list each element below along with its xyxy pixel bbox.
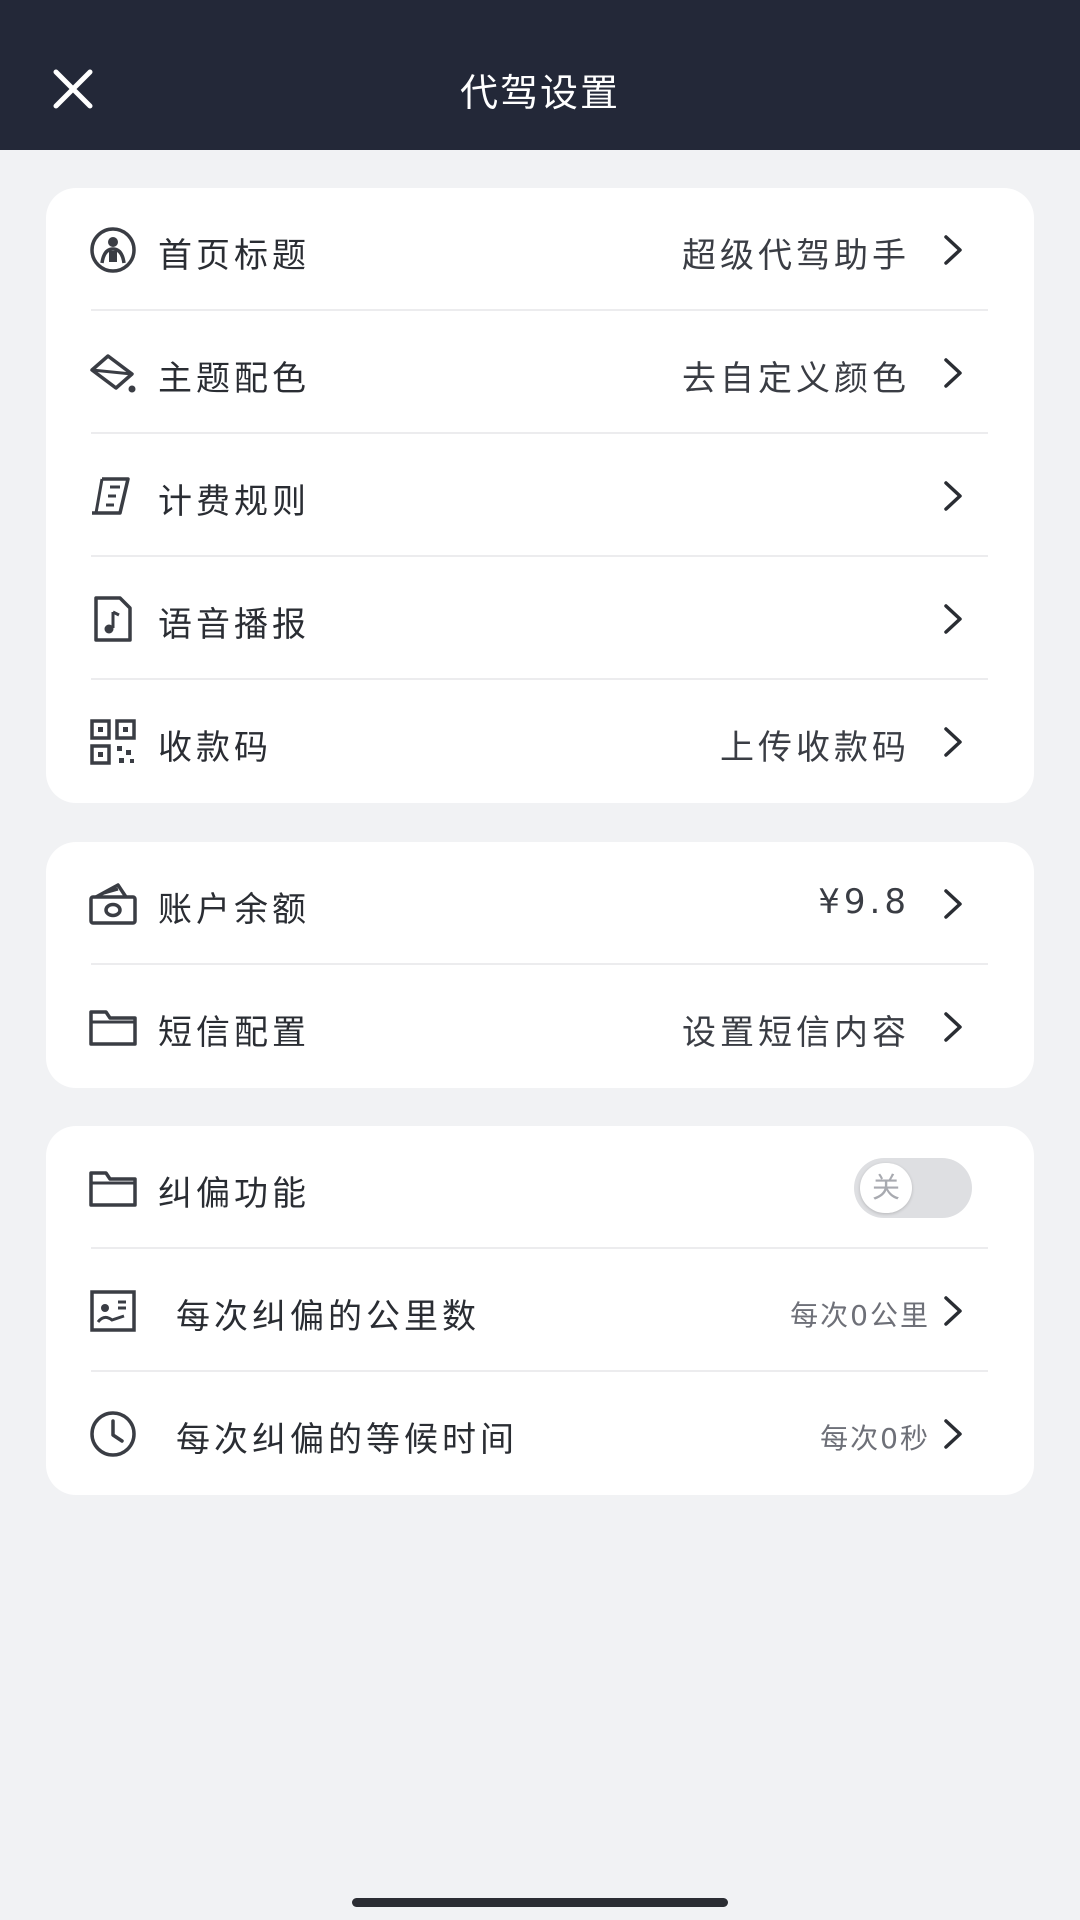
page-title: 代驾设置 (459, 71, 620, 115)
chevron-right-icon (944, 727, 962, 757)
folder-icon (89, 1010, 137, 1046)
setting-value: ¥9.8 (818, 882, 910, 922)
id-card-icon (90, 1290, 136, 1332)
home-indicator[interactable] (352, 1898, 728, 1907)
setting-label: 纠偏功能 (158, 1174, 310, 1214)
setting-label: 主题配色 (158, 359, 310, 399)
setting-value: 去自定义颜色 (682, 359, 910, 399)
setting-row-home-title[interactable]: 首页标题 超级代驾助手 (46, 188, 1034, 311)
chevron-right-icon (944, 1296, 962, 1326)
setting-label: 语音播报 (158, 605, 310, 645)
paint-bucket-icon (90, 354, 136, 393)
setting-value: 设置短信内容 (682, 1013, 910, 1053)
chevron-right-icon (944, 889, 962, 919)
audio-file-icon (94, 596, 132, 642)
chevron-right-icon (944, 481, 962, 511)
chevron-right-icon (944, 604, 962, 634)
ruler-icon (92, 477, 130, 515)
setting-label: 每次纠偏的等候时间 (176, 1420, 518, 1460)
top-bar: 代驾设置 (0, 0, 1080, 150)
money-icon (89, 883, 137, 925)
setting-row-theme-color[interactable]: 主题配色 去自定义颜色 (46, 311, 1034, 434)
settings-card-general: 首页标题 超级代驾助手 主题配色 去自定义颜色 计费规则 语音播报 收款码 上传… (46, 188, 1034, 803)
setting-row-payment-code[interactable]: 收款码 上传收款码 (46, 680, 1034, 803)
person-circle-icon (90, 227, 136, 273)
correction-toggle-switch[interactable]: 关 (854, 1158, 972, 1218)
qr-code-icon (90, 719, 136, 765)
clock-icon (90, 1411, 136, 1457)
setting-value: 超级代驾助手 (682, 236, 910, 276)
setting-row-correction-toggle: 纠偏功能 关 (46, 1126, 1034, 1249)
setting-row-billing-rules[interactable]: 计费规则 (46, 434, 1034, 557)
chevron-right-icon (944, 1419, 962, 1449)
setting-label: 首页标题 (158, 236, 310, 276)
setting-row-correction-distance[interactable]: 每次纠偏的公里数 每次0公里 (46, 1249, 1034, 1372)
setting-label: 账户余额 (158, 890, 310, 930)
setting-label: 短信配置 (158, 1013, 310, 1053)
toggle-knob: 关 (860, 1163, 912, 1213)
setting-label: 收款码 (158, 728, 272, 768)
setting-row-voice-broadcast[interactable]: 语音播报 (46, 557, 1034, 680)
setting-label: 每次纠偏的公里数 (176, 1297, 480, 1337)
folder-icon (89, 1171, 137, 1207)
setting-value: 每次0秒 (820, 1422, 930, 1455)
chevron-right-icon (944, 235, 962, 265)
setting-value: 每次0公里 (790, 1299, 930, 1332)
setting-row-account-balance[interactable]: 账户余额 ¥9.8 (46, 842, 1034, 965)
settings-card-account: 账户余额 ¥9.8 短信配置 设置短信内容 (46, 842, 1034, 1088)
chevron-right-icon (944, 1012, 962, 1042)
setting-row-sms-config[interactable]: 短信配置 设置短信内容 (46, 965, 1034, 1088)
chevron-right-icon (944, 358, 962, 388)
settings-card-correction: 纠偏功能 关 每次纠偏的公里数 每次0公里 每次纠偏的等候时间 每次0秒 (46, 1126, 1034, 1495)
setting-value: 上传收款码 (720, 728, 910, 768)
setting-row-correction-wait-time[interactable]: 每次纠偏的等候时间 每次0秒 (46, 1372, 1034, 1495)
setting-label: 计费规则 (158, 482, 310, 522)
